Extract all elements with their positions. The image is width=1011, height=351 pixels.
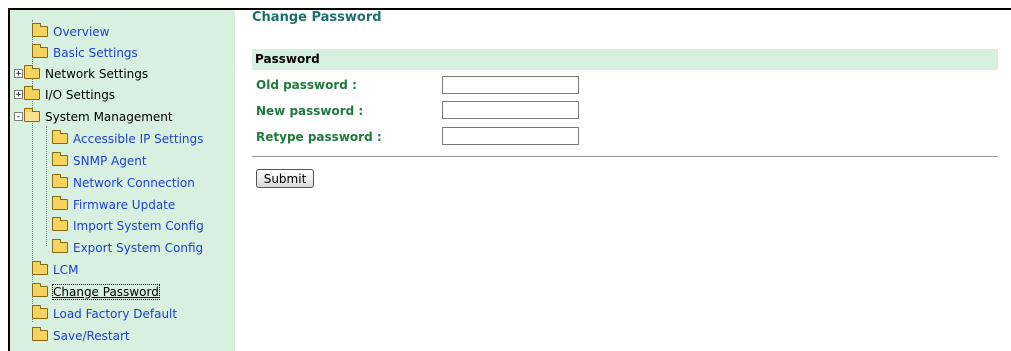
expand-icon[interactable]: + [14, 90, 23, 100]
folder-icon [32, 23, 48, 37]
folder-icon [52, 217, 68, 231]
folder-icon [52, 174, 68, 188]
folder-icon [32, 327, 48, 341]
folder-icon [32, 261, 48, 275]
submit-button[interactable]: Submit [256, 169, 314, 188]
divider [252, 156, 998, 157]
page-title: Change Password [252, 10, 382, 25]
folder-icon [32, 44, 48, 58]
section-header: Password [252, 49, 998, 70]
sidebar-item-label: I/O Settings [45, 87, 116, 102]
retype-password-input[interactable] [442, 127, 579, 145]
sidebar-item-label: Network Settings [45, 66, 149, 81]
sidebar-item-change-password[interactable]: Change Password [32, 281, 160, 301]
collapse-icon[interactable]: - [14, 112, 23, 122]
old-password-input[interactable] [442, 76, 579, 94]
sidebar-item-label: Save/Restart [53, 328, 130, 343]
sidebar-item-overview[interactable]: Overview [24, 21, 110, 41]
sidebar-item-io-settings[interactable]: + I/O Settings [14, 84, 115, 104]
sidebar-item-snmp-agent[interactable]: SNMP Agent [52, 150, 147, 170]
sidebar-item-label: Import System Config [73, 218, 204, 233]
new-password-input[interactable] [442, 101, 579, 119]
sidebar-item-label: LCM [53, 262, 79, 277]
sidebar-item-network-connection[interactable]: Network Connection [52, 172, 195, 192]
open-folder-icon [24, 108, 40, 122]
sidebar-item-save-restart[interactable]: Save/Restart [32, 325, 130, 345]
sidebar-tree: Overview Basic Settings + Network Setting… [10, 10, 235, 351]
old-password-label: Old password : [256, 78, 357, 92]
new-password-label: New password : [256, 104, 364, 118]
sidebar-item-label: Load Factory Default [53, 306, 178, 321]
sidebar-item-label: Firmware Update [73, 197, 176, 212]
sidebar-item-basic-settings[interactable]: Basic Settings [24, 42, 138, 62]
sidebar-item-accessible-ip-settings[interactable]: Accessible IP Settings [52, 128, 203, 148]
folder-icon [24, 86, 40, 100]
sidebar-item-system-management[interactable]: - System Management [14, 106, 173, 126]
retype-password-label: Retype password : [256, 130, 382, 144]
sidebar-item-export-system-config[interactable]: Export System Config [52, 237, 203, 257]
sidebar-item-label: Change Password [52, 283, 160, 300]
sidebar-item-lcm[interactable]: LCM [32, 259, 78, 279]
sidebar-item-load-factory-default[interactable]: Load Factory Default [32, 303, 177, 323]
folder-icon [32, 305, 48, 319]
folder-icon [52, 152, 68, 166]
sidebar-item-label: SNMP Agent [73, 153, 147, 168]
folder-icon [52, 196, 68, 210]
folder-icon [32, 283, 48, 297]
folder-icon [24, 65, 40, 79]
sidebar-item-label: System Management [45, 109, 173, 124]
sidebar-item-import-system-config[interactable]: Import System Config [52, 215, 204, 235]
sidebar-item-firmware-update[interactable]: Firmware Update [52, 194, 175, 214]
sidebar-item-network-settings[interactable]: + Network Settings [14, 63, 148, 83]
sidebar-item-label: Accessible IP Settings [73, 131, 204, 146]
tree-connector-sub [46, 126, 47, 246]
expand-icon[interactable]: + [14, 69, 23, 79]
folder-icon [52, 130, 68, 144]
sidebar-item-label: Export System Config [73, 240, 204, 255]
folder-icon [52, 239, 68, 253]
sidebar-item-label: Overview [53, 24, 110, 39]
sidebar-item-label: Network Connection [73, 175, 195, 190]
sidebar-item-label: Basic Settings [53, 45, 138, 60]
